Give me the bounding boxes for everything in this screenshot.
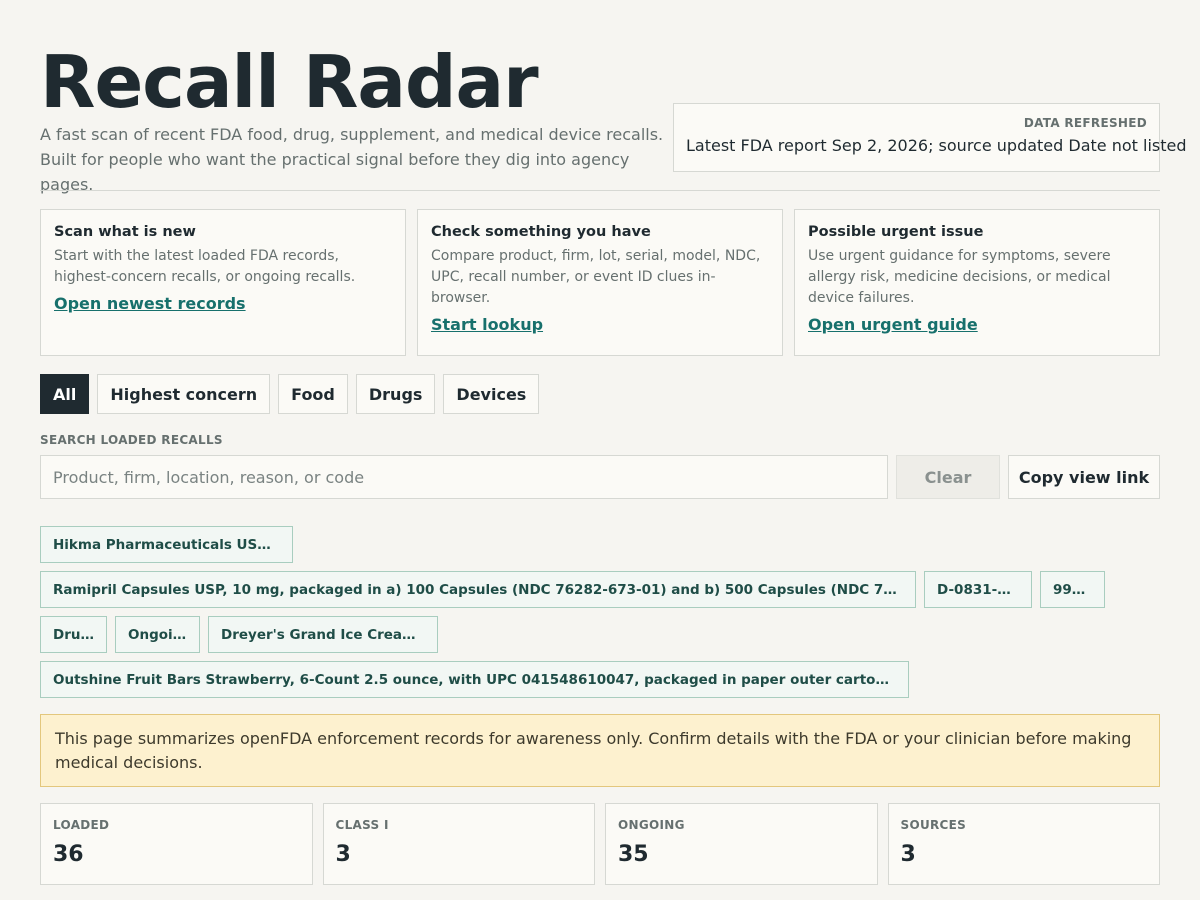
filter-highest-concern[interactable]: Highest concern xyxy=(97,374,271,414)
entry-cards: Scan what is new Start with the latest l… xyxy=(40,209,1160,356)
chip-label: Ongoing xyxy=(128,626,187,643)
suggestion-chip[interactable]: 99711 xyxy=(1040,571,1105,608)
chip-label: 99711 xyxy=(1053,581,1092,598)
chip-label: Dreyer's Grand Ice Cream Inc. xyxy=(221,626,425,643)
suggestion-chip[interactable]: Dreyer's Grand Ice Cream Inc. xyxy=(208,616,438,653)
stat-value: 3 xyxy=(335,842,351,867)
suggestion-chip[interactable]: Hikma Pharmaceuticals USA INC. xyxy=(40,526,293,563)
filter-food[interactable]: Food xyxy=(278,374,348,414)
stat-value: 36 xyxy=(53,842,84,867)
card-description: Start with the latest loaded FDA records… xyxy=(54,248,356,285)
card-description: Use urgent guidance for symptoms, severe… xyxy=(808,248,1111,306)
disclaimer-notice: This page summarizes openFDA enforcement… xyxy=(40,714,1160,787)
filter-drugs[interactable]: Drugs xyxy=(355,374,436,414)
chip-label: D-0831-2026 xyxy=(937,581,1019,598)
chip-label: Hikma Pharmaceuticals USA INC. xyxy=(53,536,280,553)
data-refreshed-text: Latest FDA report Sep 2, 2026; source up… xyxy=(686,136,1187,155)
filter-devices[interactable]: Devices xyxy=(443,374,540,414)
summary-stats: LOADED 36 CLASS I 3 ONGOING 35 SOURCES 3 xyxy=(40,803,1160,885)
chip-label: Drugs xyxy=(53,626,94,643)
card-check-something: Check something you have Compare product… xyxy=(417,209,783,356)
suggestion-chip[interactable]: D-0831-2026 xyxy=(924,571,1032,608)
stat-label: LOADED xyxy=(53,818,110,832)
data-refreshed-panel: DATA REFRESHED Latest FDA report Sep 2, … xyxy=(673,103,1187,172)
filter-all[interactable]: All xyxy=(40,374,90,414)
open-newest-records-link[interactable]: Open newest records xyxy=(54,294,246,313)
data-refreshed-label: DATA REFRESHED xyxy=(1023,116,1147,130)
clear-button[interactable]: Clear xyxy=(896,455,1000,499)
page-title: Recall Radar xyxy=(40,40,539,124)
stat-sources: SOURCES 3 xyxy=(887,803,1160,885)
suggestion-chip[interactable]: Ramipril Capsules USP, 10 mg, packaged i… xyxy=(40,571,916,608)
search-label: SEARCH LOADED RECALLS xyxy=(40,433,223,447)
stat-label: SOURCES xyxy=(900,818,967,832)
card-title: Possible urgent issue xyxy=(808,224,984,240)
start-lookup-link[interactable]: Start lookup xyxy=(431,315,543,334)
suggestion-chip[interactable]: Ongoing xyxy=(115,616,200,653)
stat-label: CLASS I xyxy=(335,818,389,832)
page-subtitle: A fast scan of recent FDA food, drug, su… xyxy=(40,125,664,194)
stat-loaded: LOADED 36 xyxy=(40,803,313,885)
suggestion-chip[interactable]: Outshine Fruit Bars Strawberry, 6-Count … xyxy=(40,661,909,698)
chip-label: Outshine Fruit Bars Strawberry, 6-Count … xyxy=(53,671,896,688)
open-urgent-guide-link[interactable]: Open urgent guide xyxy=(808,315,978,334)
stat-value: 35 xyxy=(618,842,649,867)
stat-value: 3 xyxy=(900,842,916,867)
stat-class-i: CLASS I 3 xyxy=(322,803,595,885)
card-title: Check something you have xyxy=(431,224,651,240)
stat-label: ONGOING xyxy=(618,818,685,832)
search-input[interactable] xyxy=(40,455,888,499)
suggestion-chip[interactable]: Drugs xyxy=(40,616,107,653)
card-scan-new: Scan what is new Start with the latest l… xyxy=(40,209,406,356)
card-description: Compare product, firm, lot, serial, mode… xyxy=(431,248,761,306)
copy-view-link-button[interactable]: Copy view link xyxy=(1008,455,1160,499)
header-divider xyxy=(40,190,1160,191)
chip-label: Ramipril Capsules USP, 10 mg, packaged i… xyxy=(53,581,903,598)
category-filters: All Highest concern Food Drugs Devices xyxy=(40,374,540,414)
card-title: Scan what is new xyxy=(54,224,196,240)
card-urgent-issue: Possible urgent issue Use urgent guidanc… xyxy=(794,209,1160,356)
stat-ongoing: ONGOING 35 xyxy=(605,803,878,885)
